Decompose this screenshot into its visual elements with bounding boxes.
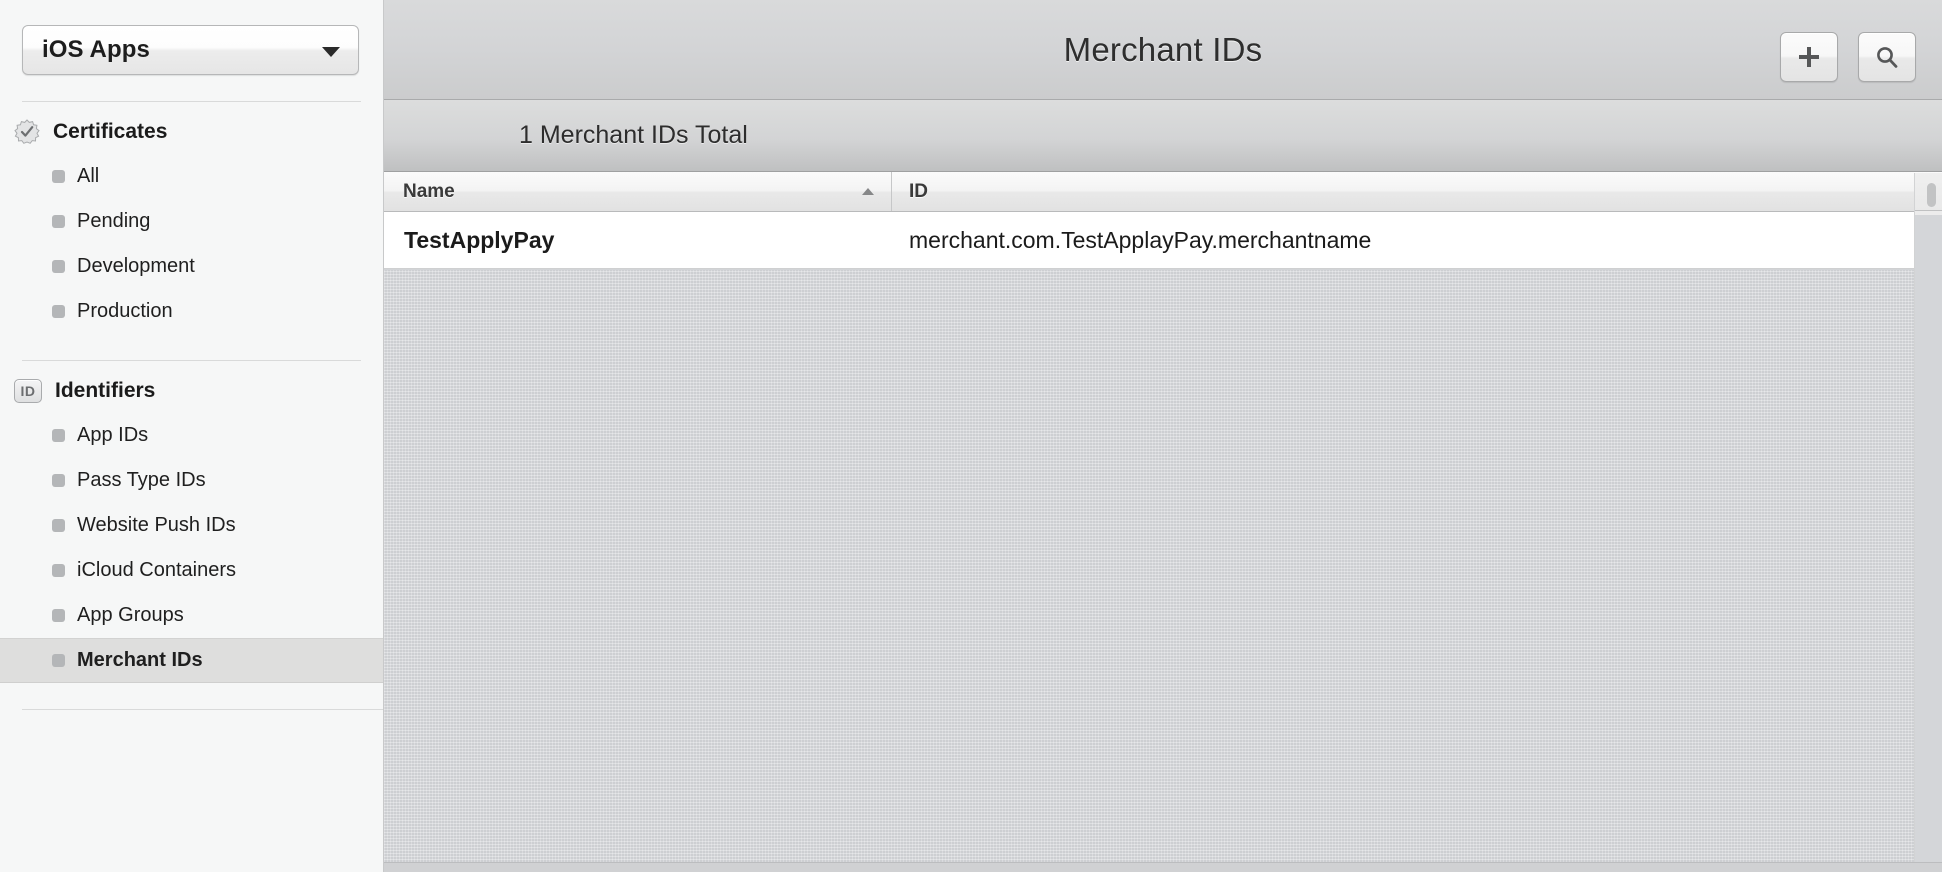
sidebar-group-identifiers: ID Identifiers App IDs Pass Type IDs Web… — [0, 369, 383, 683]
column-header-name[interactable]: Name — [384, 172, 892, 211]
team-selector-wrap: iOS Apps — [0, 0, 383, 75]
sidebar-item-label: iCloud Containers — [77, 559, 236, 581]
sidebar-item-all[interactable]: All — [0, 154, 383, 199]
page-header: Merchant IDs — [384, 0, 1942, 100]
sidebar-item-label: App Groups — [77, 604, 184, 626]
vertical-scrollbar[interactable] — [1914, 173, 1942, 862]
sidebar-group-certificates: Certificates All Pending Development Pro… — [0, 110, 383, 334]
sidebar-item-label: Development — [77, 255, 195, 277]
sidebar-item-icloud-containers[interactable]: iCloud Containers — [0, 548, 383, 593]
toolbar-buttons — [1780, 32, 1916, 82]
sidebar-item-pass-type-ids[interactable]: Pass Type IDs — [0, 458, 383, 503]
sidebar-item-label: Merchant IDs — [77, 649, 203, 671]
sidebar-item-pending[interactable]: Pending — [0, 199, 383, 244]
content-pane: Merchant IDs 1 Merchant IDs Total Name I… — [384, 0, 1942, 872]
sidebar-item-label: All — [77, 165, 100, 187]
sidebar-item-app-ids[interactable]: App IDs — [0, 413, 383, 458]
column-header-label: ID — [909, 180, 928, 202]
sidebar-item-app-groups[interactable]: App Groups — [0, 593, 383, 638]
bullet-icon — [52, 215, 65, 228]
certificate-seal-icon — [14, 119, 40, 145]
table-row[interactable]: TestApplyPay merchant.com.TestApplayPay.… — [384, 212, 1942, 269]
bullet-icon — [52, 429, 65, 442]
content-canvas — [384, 270, 1942, 872]
column-header-id[interactable]: ID — [892, 172, 1942, 211]
caret-up-icon — [862, 187, 874, 195]
sidebar-item-production[interactable]: Production — [0, 289, 383, 334]
sidebar-group-label-identifiers: Identifiers — [55, 379, 156, 402]
sidebar-item-label: Pending — [77, 210, 151, 232]
plus-icon — [1799, 47, 1819, 67]
horizontal-scrollbar[interactable] — [384, 862, 1942, 872]
sidebar-item-label: App IDs — [77, 424, 149, 446]
bullet-icon — [52, 564, 65, 577]
page-title: Merchant IDs — [1063, 30, 1263, 68]
add-button[interactable] — [1780, 32, 1838, 82]
sidebar-item-label: Production — [77, 300, 173, 322]
sidebar-item-website-push-ids[interactable]: Website Push IDs — [0, 503, 383, 548]
bullet-icon — [52, 260, 65, 273]
merchant-ids-table: Name ID TestApplyPay merchant.com.TestAp… — [384, 172, 1942, 269]
sidebar-item-development[interactable]: Development — [0, 244, 383, 289]
bullet-icon — [52, 170, 65, 183]
table-header-row: Name ID — [384, 172, 1942, 212]
sidebar-divider-bottom — [22, 709, 383, 710]
app-window: iOS Apps Certificates All Pending Develo… — [0, 0, 1942, 872]
team-selector[interactable]: iOS Apps — [22, 25, 359, 75]
sidebar-group-label-certificates: Certificates — [53, 120, 168, 143]
sidebar-divider-top — [22, 101, 361, 102]
bullet-icon — [52, 654, 65, 667]
team-selector-value: iOS Apps — [42, 36, 150, 63]
chevron-down-icon — [322, 47, 340, 57]
sidebar-item-label: Website Push IDs — [77, 514, 236, 536]
bullet-icon — [52, 519, 65, 532]
column-header-label: Name — [403, 180, 455, 202]
results-count-bar: 1 Merchant IDs Total — [384, 100, 1942, 172]
sidebar-item-merchant-ids[interactable]: Merchant IDs — [0, 638, 383, 683]
scrollbar-thumb[interactable] — [1927, 183, 1936, 207]
search-icon — [1877, 47, 1898, 68]
bullet-icon — [52, 305, 65, 318]
sidebar-item-label: Pass Type IDs — [77, 469, 206, 491]
id-badge-icon: ID — [14, 379, 42, 403]
sidebar-divider-identifiers — [22, 360, 361, 361]
sidebar: iOS Apps Certificates All Pending Develo… — [0, 0, 384, 872]
cell-id: merchant.com.TestApplayPay.merchantname — [909, 226, 1372, 253]
bullet-icon — [52, 474, 65, 487]
sidebar-group-header-certificates[interactable]: Certificates — [0, 110, 383, 154]
results-count-text: 1 Merchant IDs Total — [519, 121, 748, 149]
bullet-icon — [52, 609, 65, 622]
cell-name: TestApplyPay — [404, 226, 555, 253]
scrollbar-track[interactable] — [1915, 215, 1942, 862]
search-button[interactable] — [1858, 32, 1916, 82]
sidebar-group-header-identifiers[interactable]: ID Identifiers — [0, 369, 383, 413]
